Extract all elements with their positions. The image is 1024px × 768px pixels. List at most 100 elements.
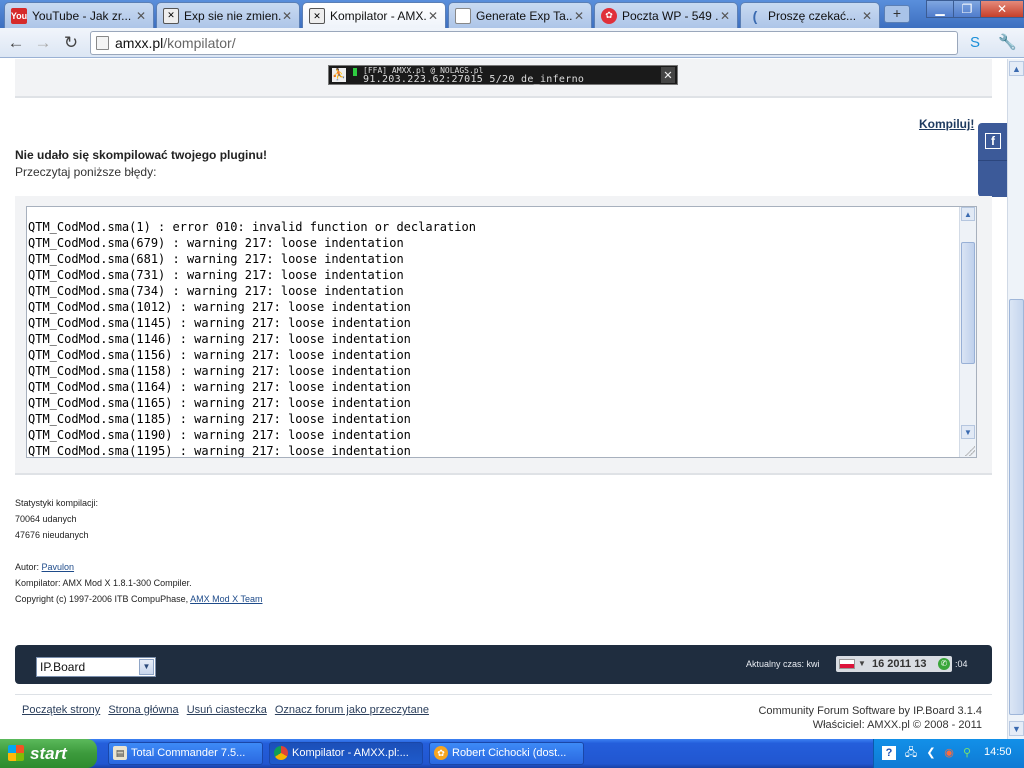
loading-icon: ( — [752, 7, 758, 24]
link-mark-forum-read[interactable]: Oznacz forum jako przeczytane — [275, 704, 429, 716]
start-label: start — [30, 744, 67, 763]
facebook-widget[interactable]: f — [978, 123, 1007, 197]
taskbar-button-label: Total Commander 7.5... — [131, 747, 246, 759]
stats-failed: 47676 nieudanych — [15, 530, 89, 540]
log-warning-line: QTM_CodMod.sma(734) : warning 217: loose… — [28, 284, 404, 298]
scroll-down-icon[interactable]: ▼ — [1009, 721, 1024, 736]
log-warning-line: QTM_CodMod.sma(1012) : warning 217: loos… — [28, 300, 411, 314]
tab-label: Proszę czekać... — [768, 8, 857, 23]
author-link[interactable]: Pavulon — [42, 562, 75, 572]
close-tab-icon[interactable]: ✕ — [427, 9, 439, 23]
close-window-button[interactable]: ✕ — [980, 0, 1024, 18]
taskbar-button-label: Robert Cichocki (dost... — [452, 747, 567, 759]
close-tab-icon[interactable]: ✕ — [135, 9, 147, 23]
banner-server-address: 91.203.223.62:27015 5/20 de_inferno — [363, 74, 585, 85]
taskbar-button-total-commander[interactable]: ▤ Total Commander 7.5... — [108, 742, 263, 765]
close-tab-icon[interactable]: ✕ — [281, 9, 293, 23]
log-warning-line: QTM_CodMod.sma(679) : warning 217: loose… — [28, 236, 404, 250]
browser-toolbar: ← → ↻ amxx.pl/kompilator/ ☆ S 🔧 — [0, 28, 1024, 58]
taskbar-button-gadu-gadu[interactable]: ✿ Robert Cichocki (dost... — [429, 742, 584, 765]
forward-button[interactable]: → — [33, 33, 53, 53]
total-commander-icon: ▤ — [113, 746, 127, 760]
scroll-up-icon[interactable]: ▲ — [961, 207, 975, 221]
log-warning-line: QTM_CodMod.sma(1158) : warning 217: loos… — [28, 364, 411, 378]
skin-selector[interactable]: IP.Board ▼ — [36, 657, 156, 677]
tab-poczta-wp[interactable]: ✿ Poczta WP - 549 ... ✕ — [594, 2, 738, 28]
log-warning-line: QTM_CodMod.sma(1185) : warning 217: loos… — [28, 412, 411, 426]
compile-log-textarea[interactable]: QTM_CodMod.sma(1) : error 010: invalid f… — [26, 206, 977, 458]
close-tab-icon[interactable]: ✕ — [861, 9, 873, 23]
tab-generate-exp[interactable]: Generate Exp Ta... ✕ — [448, 2, 592, 28]
network-icon[interactable]: 🖧 — [904, 746, 918, 760]
taskbar-button-chrome[interactable]: Kompilator - AMXX.pl:... — [269, 742, 423, 765]
skin-value: IP.Board — [40, 660, 86, 674]
time-suffix: :04 — [955, 659, 968, 669]
copyright-line: Copyright (c) 1997-2006 ITB CompuPhase, … — [15, 591, 262, 607]
chevron-down-icon: ▼ — [858, 659, 866, 668]
youtube-icon: You — [11, 7, 27, 24]
link-top-of-page[interactable]: Początek strony — [22, 704, 100, 716]
amxx-icon: ✕ — [163, 7, 179, 24]
log-warning-line: QTM_CodMod.sma(1146) : warning 217: loos… — [28, 332, 411, 346]
scroll-thumb[interactable] — [961, 242, 975, 364]
system-tray: ? 🖧 ❮ ◉ ⚲ 14:50 — [873, 739, 1024, 768]
link-home[interactable]: Strona główna — [108, 704, 178, 716]
tab-kompilator[interactable]: ✕ Kompilator - AMX... ✕ — [302, 2, 446, 29]
compile-link[interactable]: Kompiluj! — [919, 117, 974, 131]
log-warning-line: QTM_CodMod.sma(1165) : warning 217: loos… — [28, 396, 411, 410]
browser-tab-strip: You YouTube - Jak zr... ✕ ✕ Exp sie nie … — [0, 0, 1024, 29]
maximize-button[interactable]: ❐ — [953, 0, 981, 18]
log-warning-line: QTM_CodMod.sma(681) : warning 217: loose… — [28, 252, 404, 266]
wrench-icon[interactable]: 🔧 — [998, 34, 1017, 52]
page-icon — [455, 7, 471, 24]
amxx-icon: ✕ — [309, 8, 325, 24]
skype-icon[interactable]: S — [966, 34, 984, 52]
security-icon[interactable]: ◉ — [942, 746, 956, 760]
resize-grip-icon[interactable] — [965, 446, 975, 456]
scroll-thumb[interactable] — [1009, 299, 1024, 715]
tab-label: Kompilator - AMX... — [330, 9, 427, 23]
link-delete-cookies[interactable]: Usuń ciasteczka — [187, 704, 267, 716]
close-tab-icon[interactable]: ✕ — [573, 9, 585, 23]
copyright-text: Copyright (c) 1997-2006 ITB CompuPhase, — [15, 594, 189, 604]
server-banner[interactable]: ⛹ [FFA] AMXX.pl @ NOLAGS.pl 91.203.223.6… — [328, 65, 678, 85]
url-path: /kompilator/ — [163, 35, 236, 51]
scroll-down-icon[interactable]: ▼ — [961, 425, 975, 439]
amxx-team-link[interactable]: AMX Mod X Team — [190, 594, 262, 604]
back-button[interactable]: ← — [6, 33, 26, 53]
time-widget[interactable]: ▼ 16 2011 13 ✆ — [836, 656, 952, 672]
start-button[interactable]: start — [0, 739, 97, 768]
chevron-left-icon[interactable]: ❮ — [924, 746, 938, 760]
divider — [978, 160, 1007, 161]
log-warning-line: QTM_CodMod.sma(1195) : warning 217: loos… — [28, 444, 411, 458]
log-error-line: QTM_CodMod.sma(1) : error 010: invalid f… — [28, 220, 476, 234]
close-tab-icon[interactable]: ✕ — [719, 9, 731, 23]
wifi-icon[interactable]: ⚲ — [960, 746, 974, 760]
author-line: Autor: Pavulon — [15, 559, 262, 575]
compile-log-panel: QTM_CodMod.sma(1) : error 010: invalid f… — [15, 196, 992, 475]
tab-loading[interactable]: ( Proszę czekać... ✕ — [740, 2, 880, 28]
gadu-gadu-icon: ✿ — [434, 746, 448, 760]
close-icon[interactable]: ✕ — [661, 67, 675, 83]
divider — [15, 694, 992, 695]
reload-button[interactable]: ↻ — [61, 33, 81, 53]
help-icon[interactable]: ? — [882, 746, 896, 760]
time-value: 16 2011 13 — [872, 658, 927, 670]
new-tab-button[interactable]: + — [884, 5, 910, 23]
current-time-label: Aktualny czas: kwi — [746, 659, 820, 669]
tab-label: Exp sie nie zmien... — [184, 8, 281, 23]
log-scrollbar[interactable]: ▲ ▼ — [959, 207, 976, 457]
tab-exp[interactable]: ✕ Exp sie nie zmien... ✕ — [156, 2, 300, 28]
scroll-up-icon[interactable]: ▲ — [1009, 61, 1024, 76]
log-warning-line: QTM_CodMod.sma(1156) : warning 217: loos… — [28, 348, 411, 362]
page-scrollbar[interactable]: ▲ ▼ — [1007, 59, 1024, 739]
minimize-button[interactable]: ▁ — [926, 0, 954, 18]
stats-success: 70064 udanych — [15, 514, 77, 524]
log-warning-line: QTM_CodMod.sma(1190) : warning 217: loos… — [28, 428, 411, 442]
log-warning-line: QTM_CodMod.sma(1145) : warning 217: loos… — [28, 316, 411, 330]
tab-youtube[interactable]: You YouTube - Jak zr... ✕ — [4, 2, 154, 28]
page-viewport: ⛹ [FFA] AMXX.pl @ NOLAGS.pl 91.203.223.6… — [0, 59, 1007, 739]
poland-flag-icon — [839, 659, 855, 669]
address-bar[interactable]: amxx.pl/kompilator/ ☆ — [90, 31, 958, 55]
